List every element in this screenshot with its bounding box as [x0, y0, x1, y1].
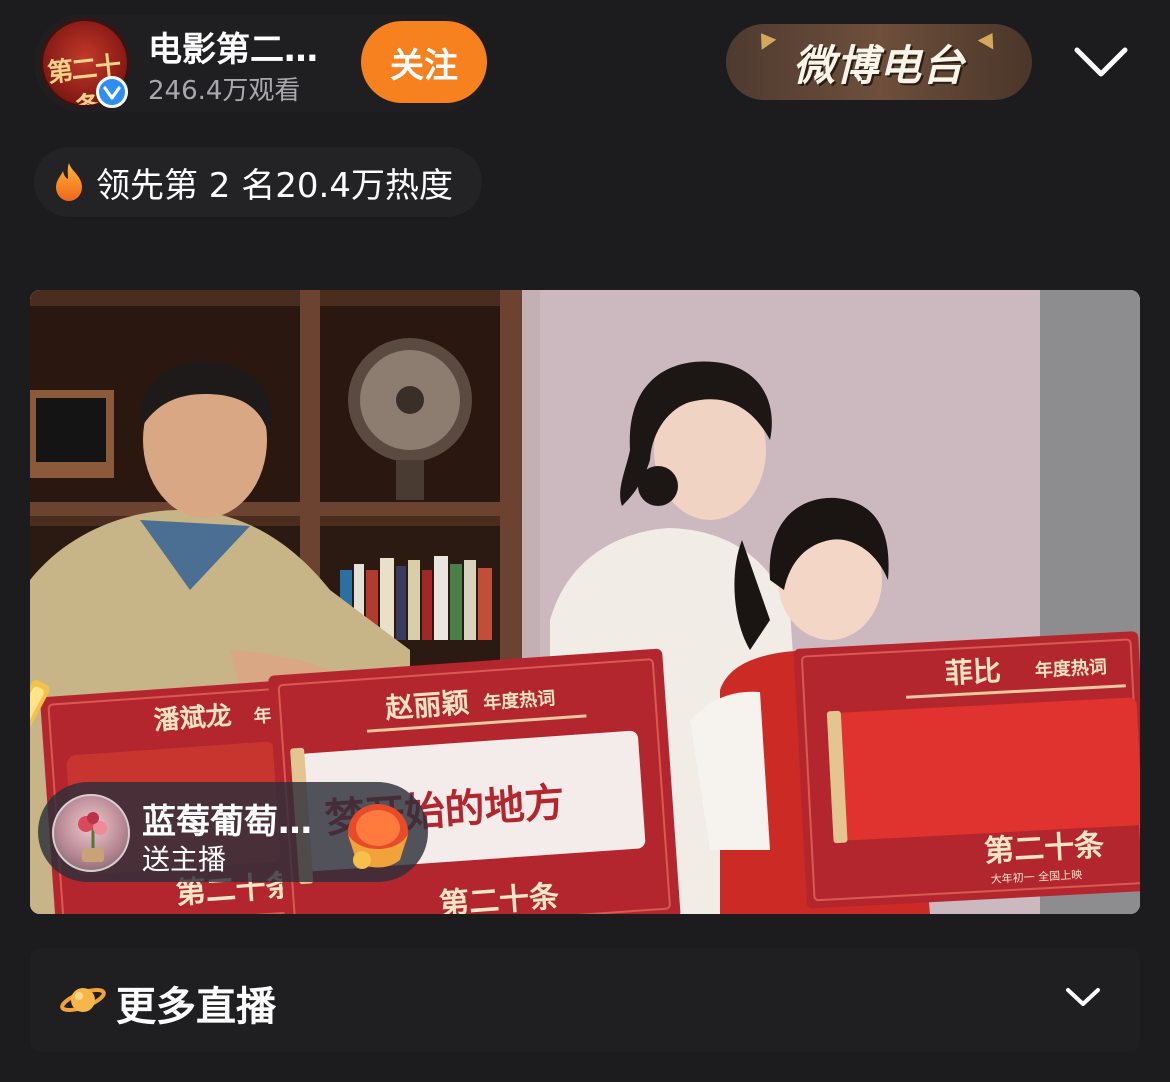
viewer-count: 246.4万观看 — [148, 76, 301, 106]
spark-icon — [977, 28, 1001, 50]
weibo-radio-badge[interactable]: 微博电台 — [726, 24, 1032, 100]
sign-subtitle: 年度热词 — [1034, 656, 1107, 682]
heat-rank-pill[interactable]: 领先第 2 名20.4万热度 — [34, 147, 482, 217]
gift-action-text: 送主播 — [142, 843, 227, 876]
host-name[interactable]: 电影第二… — [148, 22, 318, 71]
lantern-gift-icon — [348, 804, 408, 869]
gift-user-avatar[interactable] — [52, 794, 130, 872]
gift-sender-name: 蓝莓葡萄… — [142, 802, 312, 842]
heat-rank-text: 领先第 2 名20.4万热度 — [96, 165, 453, 206]
verified-icon — [96, 76, 128, 108]
planet-icon — [60, 988, 106, 1012]
movie-logo: 第二十条 — [983, 828, 1105, 869]
sign-name: 潘斌龙 — [153, 700, 233, 736]
fire-icon — [56, 163, 82, 201]
more-live-label: 更多直播 — [116, 984, 276, 1030]
follow-button[interactable]: 关注 — [361, 21, 487, 103]
spark-icon — [753, 28, 777, 50]
sign-name: 菲比 — [944, 654, 1002, 690]
weibo-radio-label: 微博电台 — [792, 40, 965, 90]
sign-name: 赵丽颖 — [383, 686, 470, 725]
sign-subtitle: 年 — [253, 704, 272, 727]
collapse-chevron-button[interactable] — [1070, 34, 1132, 90]
chevron-down-icon[interactable] — [1064, 984, 1102, 1010]
chevron-down-icon — [1074, 47, 1128, 77]
